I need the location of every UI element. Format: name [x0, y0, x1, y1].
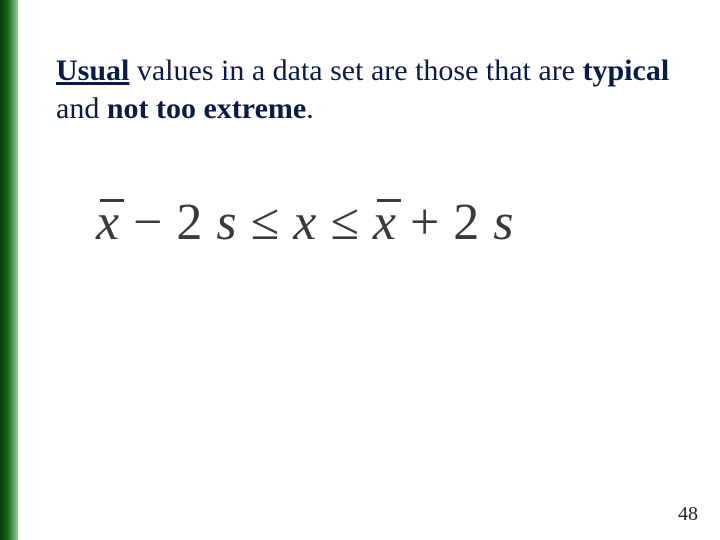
s-left: s [216, 197, 236, 249]
s-right: s [493, 197, 513, 249]
heading-seg2: and [56, 92, 107, 125]
coef-left: 2 [176, 197, 202, 249]
x-middle: x [293, 197, 316, 249]
x-bar-right: x [373, 197, 396, 249]
heading-bold1: typical [583, 54, 670, 87]
le-op-1: ≤ [251, 197, 280, 249]
heading-text: Usual values in a data set are those tha… [56, 52, 680, 127]
heading-seg1: values in a data set are those that are [129, 54, 582, 87]
accent-bar [0, 0, 18, 540]
minus-op: − [133, 197, 162, 249]
heading-seg3: . [306, 92, 314, 125]
slide-content: Usual values in a data set are those tha… [56, 52, 680, 249]
x-bar-left: x [96, 197, 119, 249]
heading-bold2: not too extreme [107, 92, 306, 125]
page-number: 48 [678, 503, 698, 526]
plus-op: + [410, 197, 439, 249]
coef-right: 2 [453, 197, 479, 249]
heading-underlined: Usual [56, 54, 129, 87]
inequality-formula: x − 2 s ≤ x ≤ x + 2 s [96, 197, 680, 249]
le-op-2: ≤ [330, 197, 359, 249]
